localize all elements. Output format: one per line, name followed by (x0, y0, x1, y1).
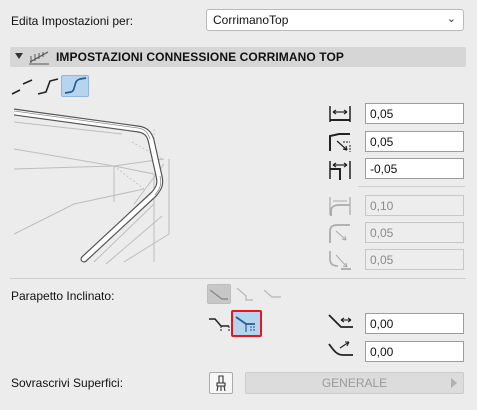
connection-curved-button[interactable] (61, 75, 89, 97)
corner-offset-icon (327, 131, 353, 153)
railing-section-icon (28, 49, 50, 65)
slope-type-1-button (207, 284, 231, 304)
slope-angle-field[interactable]: 0,00 (365, 341, 464, 362)
vertical-extension-icon (327, 158, 353, 182)
collapse-triangle-icon[interactable] (14, 51, 24, 61)
slope-type-3-button (262, 284, 286, 304)
paint-brush-icon (216, 375, 226, 392)
chevron-down-icon: ⌄ (446, 13, 456, 25)
override-label: Sovrascrivi Superfici: (11, 376, 124, 390)
horizontal-extension-field[interactable]: 0,05 (365, 103, 464, 124)
curve-radius-field: 0,10 (365, 195, 464, 216)
edit-for-value: CorrimanoTop (213, 13, 289, 27)
curve-offset-icon (327, 221, 353, 245)
slope-offset-icon (327, 311, 355, 333)
corner-offset-field[interactable]: 0,05 (365, 131, 464, 152)
connection-angled-icon (37, 78, 59, 95)
edit-for-label: Edita Impostazioni per: (11, 14, 134, 28)
slope-step-down-icon (209, 318, 230, 332)
override-surfaces-toggle[interactable] (209, 372, 233, 394)
edit-for-dropdown[interactable]: CorrimanoTop ⌄ (206, 9, 464, 31)
connection-angled-button[interactable] (36, 76, 60, 98)
curve-offset-field: 0,05 (365, 222, 464, 243)
curve-end-offset-field: 0,05 (365, 249, 464, 270)
slope-label: Parapetto Inclinato: (11, 289, 115, 303)
section-title: IMPOSTAZIONI CONNESSIONE CORRIMANO TOP (56, 50, 345, 64)
connection-curved-icon (64, 77, 87, 94)
surface-general-label: GENERALE (321, 376, 388, 390)
connection-straight-button[interactable] (10, 76, 34, 98)
slope-offset-field[interactable]: 0,00 (365, 313, 464, 334)
slope-flat-icon (209, 289, 228, 300)
slope-angle-icon (327, 339, 355, 361)
curve-end-offset-icon (327, 248, 353, 272)
slope-continuous-icon (235, 316, 255, 332)
slope-drop-icon (236, 287, 253, 301)
connection-preview (14, 104, 320, 264)
vertical-extension-field[interactable]: -0,05 (365, 158, 464, 179)
horizontal-extension-icon (327, 103, 353, 125)
slope-mode-continuous-button[interactable] (231, 310, 262, 337)
chevron-right-icon (450, 377, 458, 389)
slope-step-icon (263, 289, 281, 298)
slope-mode-step-button[interactable] (207, 313, 233, 335)
surface-general-button: GENERALE (245, 372, 464, 394)
section-separator (10, 278, 466, 279)
slope-type-2-button (234, 284, 258, 304)
section-header[interactable]: IMPOSTAZIONI CONNESSIONE CORRIMANO TOP (10, 47, 466, 67)
fields-separator (358, 186, 465, 187)
curve-radius-icon (327, 194, 353, 218)
connection-straight-icon (11, 79, 33, 95)
